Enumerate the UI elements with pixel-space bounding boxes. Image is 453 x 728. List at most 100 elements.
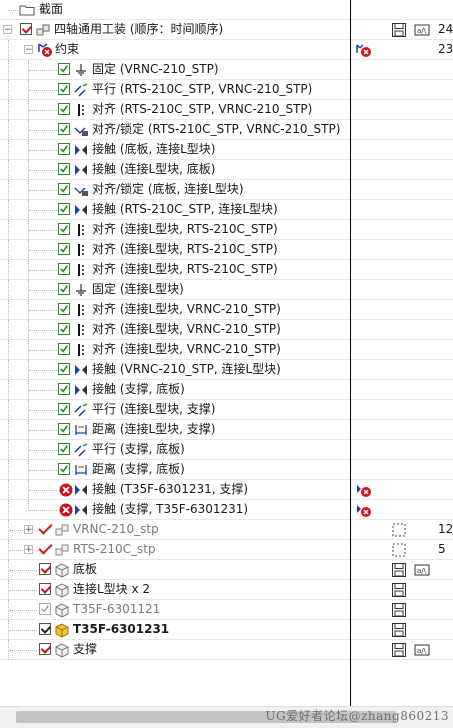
constraint-row[interactable]: 距离 (支撑, 底板): [0, 460, 453, 480]
component-row[interactable]: 连接L型块 x 2: [0, 580, 453, 600]
constraint-label: 接触 (VRNC-210_STP, 连接L型块): [92, 362, 281, 376]
expand-toggle[interactable]: +: [24, 545, 33, 555]
ok-status-checkbox[interactable]: [58, 403, 70, 415]
ok-status-checkbox[interactable]: [58, 303, 70, 315]
constraints-count: 23: [438, 42, 453, 56]
ok-status-checkbox[interactable]: [58, 203, 70, 215]
component-label: VRNC-210_stp: [73, 522, 159, 536]
constraint-folder-error-icon: [38, 43, 52, 57]
constraint-row[interactable]: 平行 (支撑, 底板): [0, 440, 453, 460]
tree-row-constraints[interactable]: − 约束 23: [0, 40, 453, 60]
ok-status-checkbox[interactable]: [58, 423, 70, 435]
constraint-row[interactable]: 接触 (RTS-210C_STP, 连接L型块): [0, 200, 453, 220]
collapse-toggle[interactable]: −: [3, 25, 12, 35]
constraint-row[interactable]: 固定 (连接L型块): [0, 280, 453, 300]
align-icon: [78, 304, 84, 316]
contact-icon: [75, 485, 87, 495]
visibility-checkbox[interactable]: [39, 563, 51, 575]
component-row[interactable]: T35F-6301231: [0, 620, 453, 640]
constraint-row[interactable]: 接触 (连接L型块, 底板): [0, 160, 453, 180]
save-icon[interactable]: [391, 22, 407, 38]
constraint-error-icon: [356, 44, 371, 57]
check-icon: [60, 465, 69, 473]
constraint-row[interactable]: 距离 (连接L型块, 支撑): [0, 420, 453, 440]
dimension-icon[interactable]: a/\: [414, 642, 430, 658]
dimension-icon[interactable]: a/\: [414, 22, 430, 38]
part-icon: [55, 643, 69, 658]
constraint-row[interactable]: 对齐 (RTS-210C_STP, VRNC-210_STP): [0, 100, 453, 120]
ok-status-checkbox[interactable]: [58, 283, 70, 295]
ok-status-checkbox[interactable]: [58, 223, 70, 235]
visibility-check[interactable]: [38, 521, 52, 537]
assembly-visibility-checkbox[interactable]: [20, 23, 32, 35]
ok-status-checkbox[interactable]: [58, 463, 70, 475]
constraint-label: 接触 (RTS-210C_STP, 连接L型块): [92, 202, 278, 216]
ok-status-checkbox[interactable]: [58, 83, 70, 95]
ok-status-checkbox[interactable]: [58, 163, 70, 175]
ok-status-checkbox[interactable]: [58, 123, 70, 135]
ok-status-checkbox[interactable]: [58, 183, 70, 195]
constraint-row[interactable]: 对齐 (连接L型块, VRNC-210_STP): [0, 300, 453, 320]
tree-row-assembly[interactable]: − 四轴通用工装 (顺序：时间顺序) a/\ 24: [0, 20, 453, 40]
constraint-row[interactable]: 对齐 (连接L型块, VRNC-210_STP): [0, 320, 453, 340]
visibility-check[interactable]: [38, 541, 52, 557]
ok-status-checkbox[interactable]: [58, 343, 70, 355]
save-icon[interactable]: [391, 602, 407, 618]
ok-status-checkbox[interactable]: [58, 363, 70, 375]
constraint-row[interactable]: 对齐/锁定 (底板, 连接L型块): [0, 180, 453, 200]
component-row[interactable]: 支撑 a/\: [0, 640, 453, 660]
constraint-row[interactable]: 对齐 (连接L型块, VRNC-210_STP): [0, 340, 453, 360]
constraint-row[interactable]: 接触 (支撑, 底板): [0, 380, 453, 400]
check-icon: [60, 365, 69, 373]
visibility-checkbox[interactable]: [39, 583, 51, 595]
constraint-row[interactable]: 接触 (T35F-6301231, 支撑): [0, 480, 453, 500]
component-label: 底板: [73, 562, 98, 576]
column-divider[interactable]: [350, 0, 351, 706]
component-row[interactable]: + RTS-210C_stp 5: [0, 540, 453, 560]
dimension-icon[interactable]: a/\: [414, 562, 430, 578]
constraint-row[interactable]: 平行 (RTS-210C_STP, VRNC-210_STP): [0, 80, 453, 100]
save-icon[interactable]: [391, 622, 407, 638]
tree-row-section[interactable]: 截面: [0, 0, 453, 20]
placeholder-icon[interactable]: [391, 522, 407, 538]
constraint-row[interactable]: 对齐 (连接L型块, RTS-210C_STP): [0, 240, 453, 260]
part-yellow-icon: [55, 623, 69, 638]
ok-status-checkbox[interactable]: [58, 103, 70, 115]
expand-toggle[interactable]: +: [24, 525, 33, 535]
constraint-row[interactable]: 对齐 (连接L型块, RTS-210C_STP): [0, 260, 453, 280]
watermark: UG爱好者论坛@zhang860213: [265, 709, 449, 723]
visibility-checkbox[interactable]: [39, 623, 51, 635]
constraint-row[interactable]: 平行 (连接L型块, 支撑): [0, 400, 453, 420]
save-icon[interactable]: [391, 582, 407, 598]
constraints-collapse-toggle[interactable]: −: [24, 45, 33, 55]
constraint-row[interactable]: 对齐/锁定 (RTS-210C_STP, VRNC-210_STP): [0, 120, 453, 140]
visibility-checkbox[interactable]: [39, 603, 51, 615]
visibility-checkbox[interactable]: [39, 643, 51, 655]
ok-status-checkbox[interactable]: [58, 383, 70, 395]
ok-status-checkbox[interactable]: [58, 63, 70, 75]
ok-status-checkbox[interactable]: [58, 263, 70, 275]
constraint-row[interactable]: 固定 (VRNC-210_STP): [0, 60, 453, 80]
check-icon: [60, 145, 69, 153]
save-icon[interactable]: [391, 562, 407, 578]
save-icon[interactable]: [391, 642, 407, 658]
ok-status-checkbox[interactable]: [58, 143, 70, 155]
check-icon: [60, 405, 69, 413]
folder-icon: [19, 5, 35, 16]
subassembly-icon: [55, 544, 69, 556]
ok-status-checkbox[interactable]: [58, 443, 70, 455]
constraint-row[interactable]: 接触 (支撑, T35F-6301231): [0, 500, 453, 520]
component-row[interactable]: T35F-6301121: [0, 600, 453, 620]
align-icon: [78, 244, 84, 256]
component-row[interactable]: + VRNC-210_stp 12: [0, 520, 453, 540]
constraint-label: 平行 (连接L型块, 支撑): [92, 402, 216, 416]
ok-status-checkbox[interactable]: [58, 323, 70, 335]
constraint-row[interactable]: 对齐 (连接L型块, RTS-210C_STP): [0, 220, 453, 240]
ok-status-checkbox[interactable]: [58, 243, 70, 255]
ground-icon: [76, 64, 86, 76]
constraint-row[interactable]: 接触 (底板, 连接L型块): [0, 140, 453, 160]
assembly-icon: [36, 24, 50, 36]
constraint-row[interactable]: 接触 (VRNC-210_STP, 连接L型块): [0, 360, 453, 380]
component-row[interactable]: 底板 a/\: [0, 560, 453, 580]
placeholder-icon[interactable]: [391, 542, 407, 558]
